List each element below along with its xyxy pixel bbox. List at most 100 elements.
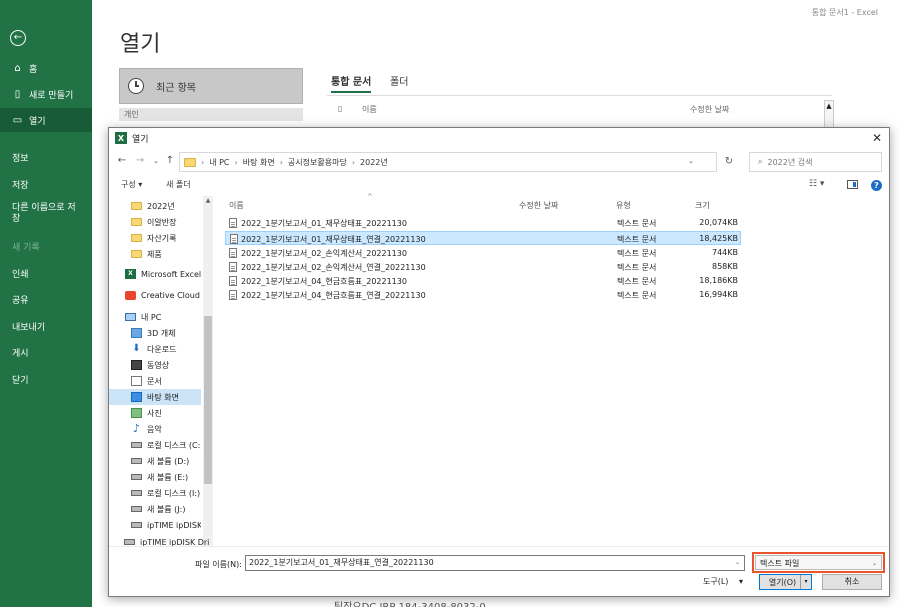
file-row[interactable]: 2022_1분기보고서_04_현금흐름표_연결_20221130 텍스트 문서 … [225,288,741,302]
nav-item[interactable]: ipTIME ipDISK D [109,517,201,533]
nav-item[interactable]: 3D 개체 [109,325,201,341]
organize-button[interactable]: 구성 ▾ [121,179,142,190]
tab-workbooks[interactable]: 통합 문서 [331,73,372,93]
nav-item[interactable]: Creative Cloud Fil [109,287,201,303]
dialog-toolbar: 구성 ▾ 새 폴더 ☷ ▾ ? [109,176,889,196]
chevron-down-icon[interactable]: ⌄ [735,559,740,566]
drive-icon [131,506,142,512]
nav-item[interactable]: 문서 [109,373,201,389]
nav-item[interactable]: 자산기록 [109,230,201,246]
backstage-item-new[interactable]: ▯ 새로 만들기 [0,82,92,106]
navigation-pane: 2022년 이알반장 자산기록 제품 X Microsoft Excel Crea… [109,196,214,546]
filename-input[interactable]: 2022_1분기보고서_01_재무상태표_연결_20221130 [245,555,745,571]
nav-item[interactable]: 새 볼륨 (J:) [109,501,201,517]
nav-item[interactable]: X Microsoft Excel [109,266,201,282]
nav-item[interactable]: 새 볼륨 (D:) [109,453,201,469]
backstage-item-history: 새 기록 [12,242,40,253]
search-icon: ⌕ [758,157,763,166]
filetype-select[interactable]: 텍스트 파일 ⌄ [755,555,882,570]
sort-ascending-icon: ^ [367,193,373,201]
forward-icon[interactable]: → [133,153,147,169]
breadcrumb-item[interactable]: 내 PC [209,157,229,168]
chevron-down-icon: ▾ [738,577,743,586]
navigation-bar: ← → ⌄ ↑ › 내 PC › 바탕 화면 › 공시정보활용마당 › 2022… [109,150,889,174]
backstage-sidebar: ← ⌂ 홈 ▯ 새로 만들기 ▭ 열기 정보 저장 다른 이름으로 저장 새 기록 인… [0,0,92,607]
file-row[interactable]: 2022_1분기보고서_02_손익계산서_20221130 텍스트 문서 744… [225,246,741,260]
recent-locations-icon[interactable]: ⌄ [149,153,163,169]
file-row[interactable]: 2022_1분기보고서_02_손익계산서_연결_20221130 텍스트 문서 … [225,260,741,274]
backstage-item-save[interactable]: 저장 [0,172,92,196]
nav-item[interactable]: ⬇ 다운로드 [109,341,201,357]
column-name-header[interactable]: 이름 [362,104,377,115]
backstage-item-save-as[interactable]: 다른 이름으로 저장 [0,203,92,231]
open-folder-icon: ▭ [12,114,23,126]
creative-cloud-icon [125,290,136,300]
file-row-selected[interactable]: 2022_1분기보고서_01_재무상태표_연결_20221130 텍스트 문서 … [225,231,741,245]
backstage-item-close[interactable]: 닫기 [0,367,92,391]
view-options-icon[interactable]: ☷ ▾ [809,179,824,189]
nav-item[interactable]: ipTIME ipDISK Dri [124,534,214,550]
folder-icon [131,250,142,258]
recent-items-button[interactable]: 최근 항목 [119,68,303,104]
document-icon [131,376,142,386]
back-icon[interactable]: ← [115,153,129,169]
backstage-item-open[interactable]: ▭ 열기 [0,108,92,132]
nav-item[interactable]: 로컬 디스크 (I:) [109,485,201,501]
backstage-item-home[interactable]: ⌂ 홈 [0,56,92,80]
scroll-up-button[interactable]: ▲ [824,100,834,128]
new-folder-button[interactable]: 새 폴더 [166,179,191,190]
nav-item[interactable]: 내 PC [109,309,201,325]
help-icon[interactable]: ? [871,180,882,191]
cancel-button[interactable]: 취소 [822,574,882,590]
backstage-item-print[interactable]: 인쇄 [0,261,92,285]
nav-item[interactable]: 새 볼륨 (E:) [109,469,201,485]
backstage-item-share[interactable]: 공유 [0,287,92,311]
file-row[interactable]: 2022_1분기보고서_01_재무상태표_20221130 텍스트 문서 20,… [225,216,741,230]
nav-scroll-thumb[interactable] [204,316,212,484]
open-button[interactable]: 열기(O) ▾ [759,574,812,590]
music-icon: ♪ [132,422,141,435]
nav-item[interactable]: ♪ 음악 [109,421,201,437]
column-modified-header[interactable]: 수정한 날짜 [519,200,558,211]
nav-item[interactable]: 사진 [109,405,201,421]
refresh-icon[interactable]: ↻ [721,154,737,170]
window-title: 통합 문서1 - Excel [811,8,878,17]
address-bar[interactable]: › 내 PC › 바탕 화면 › 공시정보활용마당 › 2022년 ⌄ [179,152,717,172]
personal-section-label: 개인 [119,108,303,121]
breadcrumb-item[interactable]: 공시정보활용마당 [288,157,347,168]
desktop-icon [131,392,142,402]
breadcrumb-item[interactable]: 바탕 화면 [243,157,275,168]
text-file-icon [229,248,237,258]
file-icon: ▯ [338,104,343,113]
nav-item[interactable]: 이알반장 [109,214,201,230]
nav-item[interactable]: 바탕 화면 [109,389,201,405]
close-icon[interactable]: ✕ [869,130,885,146]
tools-button[interactable]: 도구(L) ▾ [703,576,743,587]
back-arrow-icon[interactable]: ← [10,30,26,46]
search-input[interactable]: ⌕ 2022년 검색 [749,152,882,172]
recent-file-peek[interactable]: 팀장으DC IRP 184-3408-8032-0 [334,598,486,607]
backstage-item-export[interactable]: 내보내기 [0,314,92,338]
column-modified-header[interactable]: 수정한 날짜 [690,104,729,115]
column-size-header[interactable]: 크기 [695,200,710,211]
drive-icon [131,522,142,528]
backstage-item-publish[interactable]: 게시 [0,340,92,364]
open-dialog: X 열기 ✕ ← → ⌄ ↑ › 내 PC › 바탕 화면 › 공시정보활용마당… [108,127,890,597]
column-name-header[interactable]: 이름 [229,200,244,211]
nav-item[interactable]: 동영상 [109,357,201,373]
chevron-down-icon[interactable]: ⌄ [688,157,694,165]
nav-item[interactable]: 로컬 디스크 (C:) [109,437,201,453]
tab-folders[interactable]: 폴더 [390,73,408,88]
backstage-item-info[interactable]: 정보 [0,145,92,169]
drive-icon [131,442,142,448]
breadcrumb-item[interactable]: 2022년 [360,157,388,168]
pictures-icon [131,408,142,418]
column-type-header[interactable]: 유형 [616,200,631,211]
file-row[interactable]: 2022_1분기보고서_04_현금흐름표_20221130 텍스트 문서 18,… [225,274,741,288]
text-file-icon [230,234,238,244]
drive-icon [131,490,142,496]
preview-pane-icon[interactable] [847,180,858,189]
nav-item[interactable]: 제품 [109,246,201,262]
open-options-dropdown[interactable]: ▾ [800,575,811,589]
up-icon[interactable]: ↑ [163,153,177,169]
